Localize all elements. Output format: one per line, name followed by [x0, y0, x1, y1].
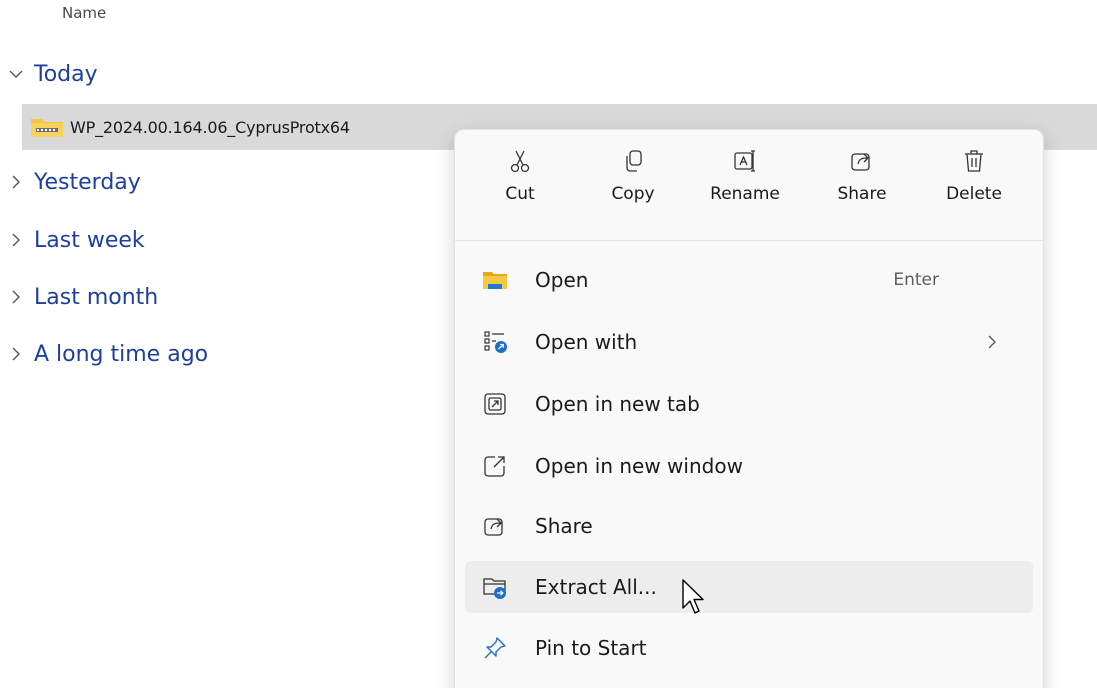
- group-label: A long time ago: [34, 341, 209, 367]
- menu-item-label: Extract All...: [535, 575, 657, 599]
- group-long-ago[interactable]: A long time ago: [6, 338, 208, 370]
- rename-button[interactable]: Rename: [700, 148, 790, 204]
- menu-item-pin-to-start[interactable]: Pin to Start: [465, 622, 1033, 674]
- group-today[interactable]: Today: [6, 58, 98, 90]
- zip-folder-icon: [31, 119, 63, 137]
- menu-item-label: Share: [535, 514, 593, 538]
- trash-icon: [965, 150, 983, 172]
- menu-item-extract-all[interactable]: Extract All...: [465, 561, 1033, 613]
- menu-item-label: Open in new window: [535, 454, 743, 478]
- delete-button[interactable]: Delete: [929, 148, 1019, 204]
- cut-button[interactable]: Cut: [475, 148, 565, 204]
- quick-actions-bar: Cut Copy Rename Share Delete: [455, 130, 1043, 238]
- file-explorer-view: Name Today WP_2024.00.164.06_CyprusProtx…: [0, 0, 1097, 688]
- group-yesterday[interactable]: Yesterday: [6, 166, 141, 198]
- share-label: Share: [837, 184, 887, 204]
- share-quick-button[interactable]: Share: [817, 148, 907, 204]
- chevron-right-icon: [6, 344, 26, 364]
- delete-label: Delete: [946, 184, 1002, 204]
- chevron-down-icon: [6, 64, 26, 84]
- pin-icon: [481, 634, 509, 662]
- extract-icon: [481, 573, 509, 601]
- menu-item-label: Pin to Start: [535, 636, 647, 660]
- chevron-right-icon: [6, 172, 26, 192]
- group-last-week[interactable]: Last week: [6, 224, 145, 256]
- menu-item-open[interactable]: Open Enter: [465, 254, 1033, 306]
- mouse-cursor-icon: [682, 579, 704, 614]
- copy-icon: [626, 150, 642, 172]
- menu-divider: [455, 240, 1043, 241]
- open-with-icon: [481, 328, 509, 356]
- copy-label: Copy: [611, 184, 655, 204]
- group-label: Yesterday: [34, 169, 141, 195]
- menu-item-open-new-tab[interactable]: Open in new tab: [465, 378, 1033, 430]
- chevron-right-icon: [988, 335, 996, 349]
- folder-icon: [481, 266, 509, 294]
- context-menu: Cut Copy Rename Share Delete Open Enter …: [454, 129, 1044, 688]
- group-label: Today: [34, 61, 98, 87]
- rename-label: Rename: [710, 184, 780, 204]
- copy-button[interactable]: Copy: [588, 148, 678, 204]
- share-icon: [851, 153, 870, 171]
- menu-item-label: Open in new tab: [535, 392, 700, 416]
- chevron-right-icon: [6, 287, 26, 307]
- share-icon: [481, 512, 509, 540]
- rename-icon: [734, 150, 755, 172]
- menu-item-open-new-window[interactable]: Open in new window: [465, 440, 1033, 492]
- group-label: Last month: [34, 284, 159, 310]
- group-label: Last week: [34, 227, 145, 253]
- cut-label: Cut: [505, 184, 535, 204]
- shortcut-hint: Enter: [893, 270, 939, 290]
- new-tab-icon: [481, 390, 509, 418]
- menu-item-share[interactable]: Share: [465, 500, 1033, 552]
- group-last-month[interactable]: Last month: [6, 281, 158, 313]
- new-window-icon: [481, 452, 509, 480]
- chevron-right-icon: [6, 230, 26, 250]
- file-name: WP_2024.00.164.06_CyprusProtx64: [70, 117, 350, 137]
- name-column-header[interactable]: Name: [62, 4, 106, 22]
- menu-item-label: Open: [535, 268, 589, 292]
- menu-item-label: Open with: [535, 330, 638, 354]
- menu-item-open-with[interactable]: Open with: [465, 316, 1033, 368]
- scissors-icon: [510, 150, 530, 173]
